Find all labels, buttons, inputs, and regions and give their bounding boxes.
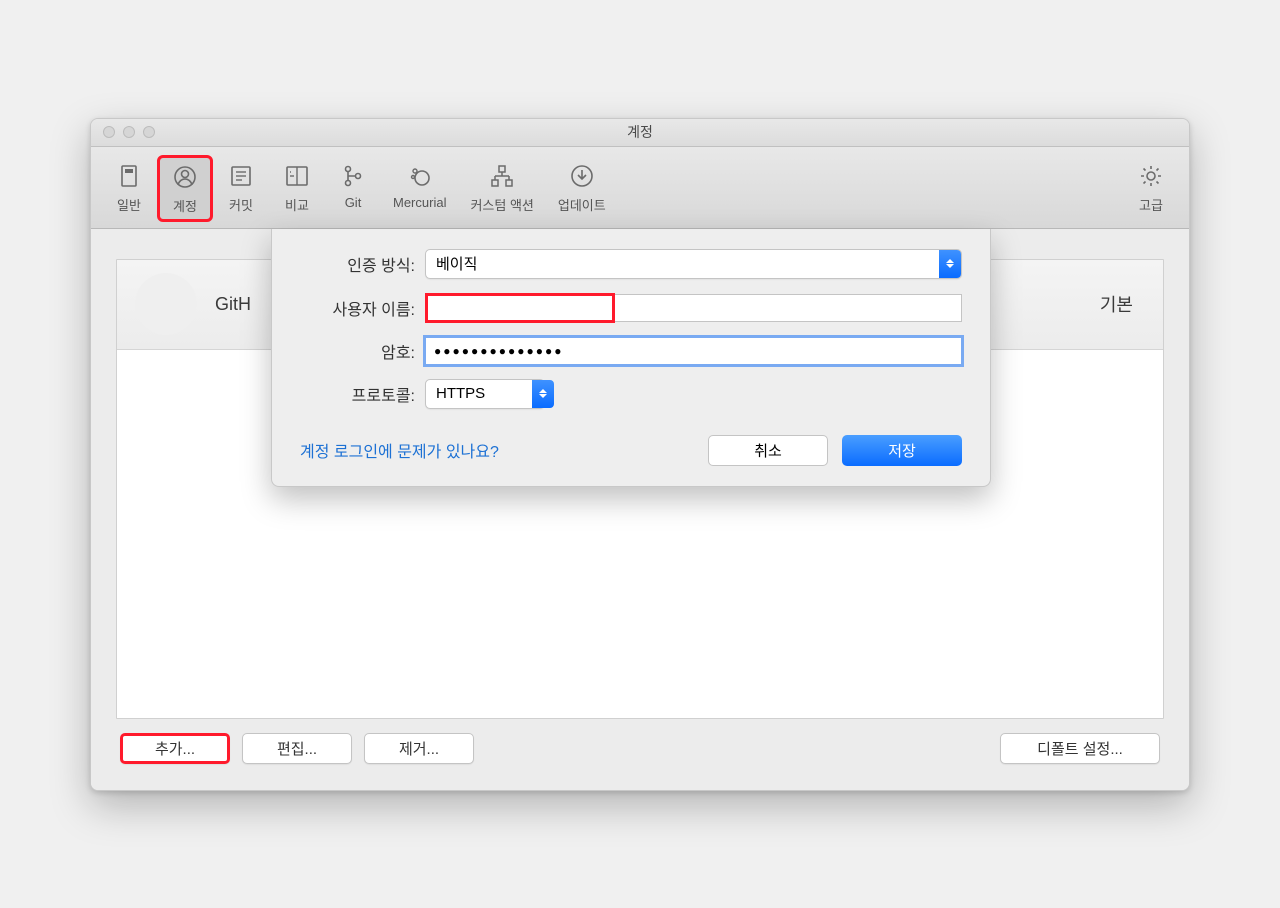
tab-label: Mercurial (393, 195, 446, 210)
login-help-link[interactable]: 계정 로그인에 문제가 있나요? (300, 438, 499, 462)
auth-method-value: 베이직 (436, 253, 477, 274)
traffic-lights (91, 126, 155, 138)
tab-git[interactable]: Git (325, 155, 381, 216)
default-settings-button[interactable]: 디폴트 설정... (1000, 733, 1160, 764)
password-input[interactable]: ●●●●●●●●●●●●●● (425, 337, 962, 365)
bottom-button-bar: 추가... 편집... 제거... 디폴트 설정... (116, 719, 1164, 770)
chevron-updown-icon (939, 250, 961, 278)
diff-icon (282, 161, 312, 191)
mercurial-icon (405, 161, 435, 191)
close-window-button[interactable] (103, 126, 115, 138)
account-name: GitH (215, 294, 251, 315)
general-icon (114, 161, 144, 191)
auth-method-select[interactable]: 베이직 (425, 249, 962, 279)
tab-advanced[interactable]: 고급 (1123, 155, 1179, 220)
tab-commit[interactable]: 커밋 (213, 155, 269, 220)
tab-diff[interactable]: 비교 (269, 155, 325, 220)
edit-button[interactable]: 편집... (242, 733, 352, 764)
tab-custom-actions[interactable]: 커스텀 액션 (458, 155, 545, 220)
custom-actions-icon (487, 161, 517, 191)
tab-mercurial[interactable]: Mercurial (381, 155, 458, 216)
git-icon (338, 161, 368, 191)
tab-label: 비교 (285, 195, 309, 214)
account-credentials-sheet: 인증 방식: 베이직 사용자 이름: 암호: ●●●●●●●●●●●●●● (271, 229, 991, 487)
minimize-window-button[interactable] (123, 126, 135, 138)
auth-method-label: 인증 방식: (300, 252, 415, 276)
window-title: 계정 (91, 122, 1189, 142)
protocol-select[interactable]: HTTPS (425, 379, 555, 409)
tab-label: 계정 (173, 196, 197, 215)
toolbar: 일반 계정 커밋 비교 Git (91, 147, 1189, 229)
save-button[interactable]: 저장 (842, 435, 962, 466)
password-label: 암호: (300, 339, 415, 363)
protocol-label: 프로토콜: (300, 382, 415, 406)
commit-icon (226, 161, 256, 191)
protocol-value: HTTPS (436, 385, 485, 402)
default-badge: 기본 (1100, 291, 1133, 317)
tab-label: 일반 (117, 195, 141, 214)
username-label: 사용자 이름: (300, 296, 415, 320)
update-icon (567, 161, 597, 191)
content-area: GitH 기본 추가... 편집... 제거... 디폴트 설정... 인증 방… (91, 229, 1189, 790)
chevron-updown-icon (532, 380, 554, 408)
gear-icon (1136, 161, 1166, 191)
preferences-window: 계정 일반 계정 커밋 비교 (90, 118, 1190, 791)
tab-accounts[interactable]: 계정 (157, 155, 213, 222)
add-button[interactable]: 추가... (120, 733, 230, 764)
zoom-window-button[interactable] (143, 126, 155, 138)
tab-update[interactable]: 업데이트 (546, 155, 618, 220)
tab-label: 커스텀 액션 (470, 195, 533, 214)
tab-label: Git (345, 195, 362, 210)
account-icon (170, 162, 200, 192)
remove-button[interactable]: 제거... (364, 733, 474, 764)
avatar (135, 273, 197, 335)
titlebar: 계정 (91, 119, 1189, 147)
cancel-button[interactable]: 취소 (708, 435, 828, 466)
tab-general[interactable]: 일반 (101, 155, 157, 220)
username-input[interactable] (425, 294, 962, 322)
tab-label: 고급 (1139, 195, 1163, 214)
tab-label: 커밋 (229, 195, 253, 214)
tab-label: 업데이트 (558, 195, 606, 214)
